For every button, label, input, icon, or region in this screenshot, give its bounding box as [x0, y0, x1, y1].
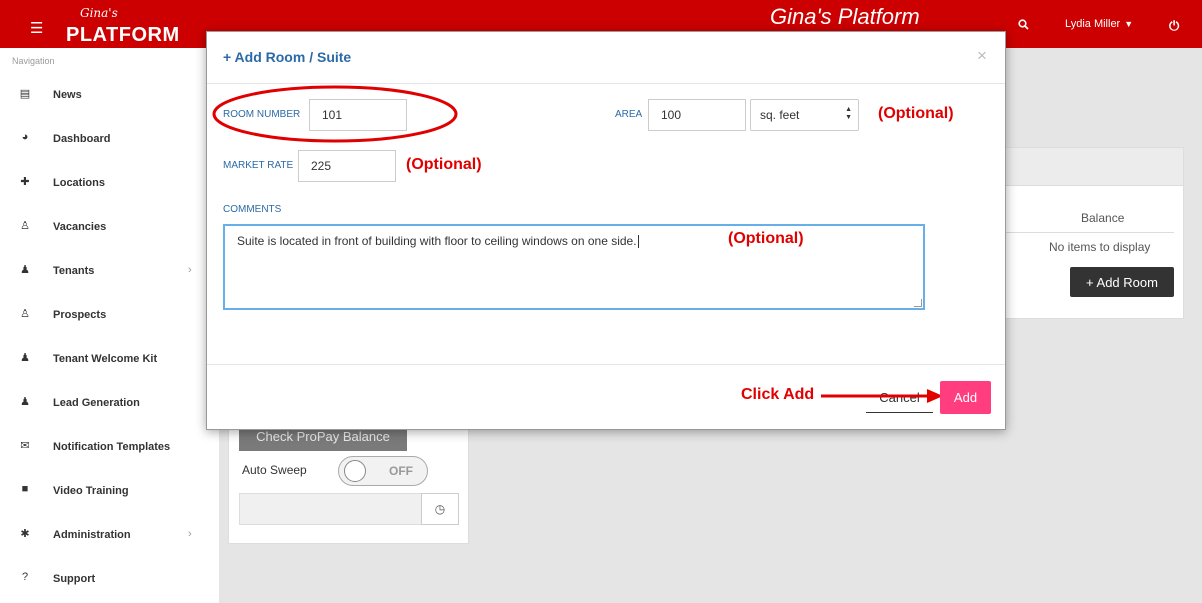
clock-icon[interactable]: ◷ [421, 493, 459, 525]
optional-annotation-market-rate: (Optional) [406, 156, 482, 173]
gear-icon: ✱ [20, 528, 30, 540]
rooms-card: Balance No items to display + Add Room [1003, 147, 1184, 319]
comments-textarea[interactable]: Suite is located in front of building wi… [223, 224, 925, 310]
app-title: Gina's Platform [770, 4, 920, 29]
sidebar-item-label: Vacancies [53, 221, 107, 233]
logo-script: Gina's [80, 6, 118, 20]
annotation-arrow [821, 389, 943, 403]
sidebar-item-label: Prospects [53, 309, 107, 321]
text-cursor [637, 235, 639, 249]
sidebar-item-label: Locations [53, 177, 105, 189]
modal-footer-divider [207, 364, 1005, 365]
comments-value: Suite is located in front of building wi… [237, 234, 637, 248]
hamburger-icon[interactable]: ☰ [30, 19, 43, 37]
sidebar-item-lead-generation[interactable]: ♟ Lead Generation [0, 388, 219, 418]
user-icon: ♟ [20, 396, 30, 408]
close-icon[interactable]: × [977, 46, 987, 66]
click-add-annotation: Click Add [741, 386, 815, 403]
market-rate-label: MARKET RATE [223, 160, 294, 171]
sidebar-item-dashboard[interactable]: ◕ Dashboard [0, 124, 219, 154]
search-icon[interactable] [1018, 19, 1029, 33]
sidebar-item-label: News [53, 89, 82, 101]
toggle-knob [344, 460, 366, 482]
user-name: Lydia Miller [1065, 18, 1121, 30]
sidebar-item-label: Dashboard [53, 133, 111, 145]
add-room-button[interactable]: + Add Room [1070, 267, 1174, 297]
chevron-right-icon: › [188, 264, 192, 276]
sidebar-item-label: Notification Templates [53, 441, 171, 453]
sidebar: Navigation ▤ News ◕ Dashboard ✚ Locations ♙ Vac… [0, 48, 219, 603]
user-menu[interactable]: Lydia Miller ▼ [1065, 18, 1133, 30]
user-outline-icon: ♙ [20, 220, 30, 232]
auto-sweep-label: Auto Sweep [242, 463, 307, 477]
modal-title: + Add Room / Suite [223, 49, 352, 65]
dashboard-icon: ◕ [21, 131, 29, 143]
comments-label: COMMENTS [223, 204, 282, 215]
area-input[interactable] [648, 99, 746, 131]
sidebar-item-video-training[interactable]: ■ Video Training [0, 476, 219, 506]
market-rate-input[interactable] [298, 150, 396, 182]
rooms-card-header [1004, 148, 1183, 186]
nav-label: Navigation [12, 56, 55, 66]
sidebar-item-locations[interactable]: ✚ Locations [0, 168, 219, 198]
toggle-state: OFF [389, 464, 413, 478]
add-button[interactable]: Add [940, 381, 991, 414]
balance-column-header: Balance [1081, 211, 1125, 225]
sidebar-item-administration[interactable]: ✱ Administration › [0, 520, 219, 550]
logo-text[interactable]: PLATFORM [66, 24, 180, 47]
pin-icon: ✚ [20, 176, 30, 188]
select-arrows-icon: ▲ ▼ [845, 106, 852, 121]
chevron-right-icon: › [188, 528, 192, 540]
divider [1004, 232, 1174, 233]
empty-message: No items to display [1049, 240, 1151, 254]
user-outline-icon: ♙ [20, 308, 30, 320]
sidebar-item-label: Video Training [53, 485, 129, 497]
sidebar-item-news[interactable]: ▤ News [0, 80, 219, 110]
sidebar-item-label: Support [53, 573, 96, 585]
auto-sweep-toggle[interactable]: OFF [338, 456, 428, 486]
comments-text: Suite is located in front of building wi… [237, 234, 639, 249]
area-unit-value: sq. feet [760, 108, 800, 122]
sidebar-item-label: Tenant Welcome Kit [53, 353, 158, 365]
sidebar-item-tenant-welcome-kit[interactable]: ♟ Tenant Welcome Kit [0, 344, 219, 374]
video-icon: ■ [21, 483, 29, 495]
annotation-ellipse [212, 85, 458, 143]
modal-header-divider [207, 83, 1005, 84]
caret-down-icon: ▼ [1124, 19, 1134, 29]
optional-annotation-area: (Optional) [878, 105, 954, 122]
area-unit-select[interactable]: sq. feet ▲ ▼ [750, 99, 859, 131]
user-icon: ♟ [20, 264, 30, 276]
power-icon[interactable]: ⏻ [1169, 18, 1179, 34]
newspaper-icon: ▤ [19, 88, 31, 100]
resize-handle[interactable] [914, 299, 922, 307]
sidebar-item-notification-templates[interactable]: ✉ Notification Templates [0, 432, 219, 462]
sidebar-item-label: Tenants [53, 265, 95, 277]
sidebar-item-support[interactable]: ? Support [0, 564, 219, 594]
propay-panel: Check ProPay Balance Auto Sweep OFF ◷ [228, 420, 469, 544]
sidebar-item-tenants[interactable]: ♟ Tenants › [0, 256, 219, 286]
sidebar-item-vacancies[interactable]: ♙ Vacancies [0, 212, 219, 242]
area-label: AREA [615, 109, 643, 120]
sidebar-item-prospects[interactable]: ♙ Prospects [0, 300, 219, 330]
sidebar-item-label: Administration [53, 529, 131, 541]
optional-annotation-comments: (Optional) [728, 230, 804, 247]
question-icon: ? [21, 571, 29, 583]
user-icon: ♟ [20, 352, 30, 364]
envelope-icon: ✉ [20, 440, 30, 452]
sidebar-item-label: Lead Generation [53, 397, 140, 409]
